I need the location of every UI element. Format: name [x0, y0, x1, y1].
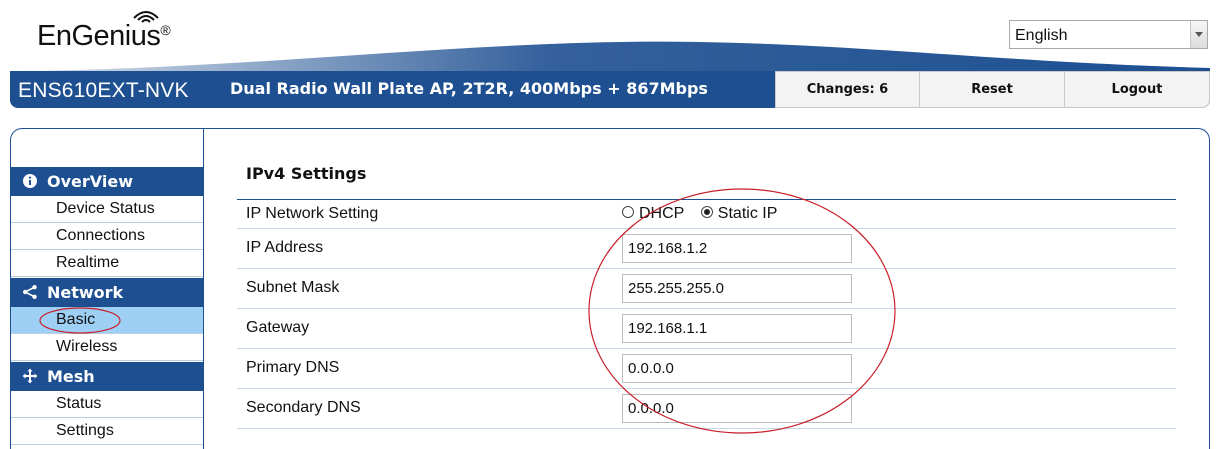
secondary-dns-label: Secondary DNS: [246, 399, 361, 416]
sidebar-item-realtime[interactable]: Realtime: [11, 250, 203, 277]
reset-button[interactable]: Reset: [919, 71, 1065, 108]
page-title: IPv4 Settings: [246, 164, 367, 183]
header-swoosh-graphic: [10, 41, 1210, 71]
secondary-dns-row: Secondary DNS 0.0.0.0: [237, 389, 1176, 429]
subnet-mask-label: Subnet Mask: [246, 279, 340, 296]
share-icon: [23, 285, 37, 299]
changes-button[interactable]: Changes: 6: [775, 71, 920, 108]
radio-checked-icon: [700, 205, 713, 218]
dhcp-radio[interactable]: DHCP: [622, 205, 684, 223]
device-model: ENS610EXT-NVK: [18, 79, 189, 102]
move-arrows-icon: [22, 368, 38, 384]
ip-address-row: IP Address 192.168.1.2: [237, 229, 1176, 269]
sidebar-section-mesh[interactable]: Mesh: [11, 362, 203, 391]
secondary-dns-input[interactable]: 0.0.0.0: [622, 394, 852, 423]
sidebar-item-mesh-status[interactable]: Status: [11, 391, 203, 418]
sidebar-item-basic[interactable]: Basic: [11, 307, 203, 334]
gateway-label: Gateway: [246, 319, 310, 336]
device-header-bar: ENS610EXT-NVK Dual Radio Wall Plate AP, …: [10, 71, 1210, 108]
device-description: Dual Radio Wall Plate AP, 2T2R, 400Mbps …: [230, 79, 708, 98]
gateway-row: Gateway 192.168.1.1: [237, 309, 1176, 349]
sidebar-section-label: OverView: [47, 172, 133, 191]
logout-button[interactable]: Logout: [1064, 71, 1210, 108]
ip-address-input[interactable]: 192.168.1.2: [622, 234, 852, 263]
subnet-mask-input[interactable]: 255.255.255.0: [622, 274, 852, 303]
primary-dns-row: Primary DNS 0.0.0.0: [237, 349, 1176, 389]
ip-mode-radio-group: DHCP Static IP: [622, 205, 789, 223]
sidebar-item-mesh-settings[interactable]: Settings: [11, 418, 203, 445]
ip-address-label: IP Address: [246, 239, 324, 256]
radio-unchecked-icon: [622, 205, 634, 218]
sidebar-section-network[interactable]: Network: [11, 278, 203, 307]
gateway-input[interactable]: 192.168.1.1: [622, 314, 852, 343]
sidebar-item-connections[interactable]: Connections: [11, 223, 203, 250]
ip-network-setting-label: IP Network Setting: [246, 205, 379, 222]
sidebar-section-label: Network: [47, 283, 124, 302]
sidebar-item-wireless[interactable]: Wireless: [11, 334, 203, 361]
sidebar-section-label: Mesh: [47, 367, 95, 386]
primary-dns-input[interactable]: 0.0.0.0: [622, 354, 852, 383]
sidebar-item-device-status[interactable]: Device Status: [11, 196, 203, 223]
subnet-mask-row: Subnet Mask 255.255.255.0: [237, 269, 1176, 309]
ip-network-setting-row: IP Network Setting DHCP Static IP: [237, 200, 1176, 229]
primary-dns-label: Primary DNS: [246, 359, 340, 376]
sidebar-section-overview[interactable]: OverView: [11, 167, 203, 196]
info-icon: [23, 174, 37, 188]
sidebar-divider: [203, 128, 204, 449]
static-ip-radio[interactable]: Static IP: [700, 205, 777, 223]
